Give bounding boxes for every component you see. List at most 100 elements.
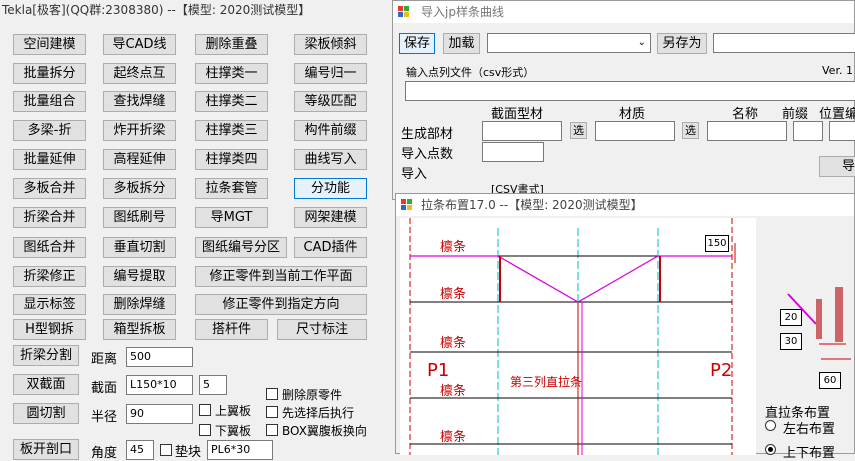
tool-button-r5-c0[interactable]: 多板合并 [13,178,86,199]
tool-button-r4-c3[interactable]: 曲线写入 [294,149,367,170]
prefix-input[interactable] [793,121,823,141]
tool-button-r0-c3[interactable]: 梁板倾斜 [294,34,367,55]
tool-button-r2-c0[interactable]: 批量组合 [13,91,86,112]
fix-to-direction-button[interactable]: 修正零件到指定方向 [195,294,367,315]
number-extract-button[interactable]: 编号提取 [103,266,176,287]
angle-input[interactable]: 45 [126,440,154,460]
cad-plugin-button[interactable]: CAD插件 [294,237,367,258]
p2-label: P2 [710,360,733,381]
import-label: 导入 [401,167,428,182]
fix-to-workplane-button[interactable]: 修正零件到当前工作平面 [195,266,367,287]
drawing-number-partition-button[interactable]: 图纸编号分区 [195,237,287,258]
tool-button-r0-c2[interactable]: 删除重叠 [195,34,268,55]
tool-button-r2-c1[interactable]: 查找焊缝 [103,91,176,112]
tool-button-r0-c0[interactable]: 空间建模 [13,34,86,55]
purlin-label-2: 檩条 [440,287,467,302]
select-material-button[interactable]: 选 [682,122,699,139]
left-right-label: 左右布置 [783,422,836,437]
double-section-button[interactable]: 双截面 [13,374,79,395]
tool-button-r4-c2[interactable]: 柱撑类四 [195,149,268,170]
box-split-button[interactable]: 箱型拆板 [103,319,176,340]
preset-select[interactable]: ⌄ [487,33,651,53]
tool-button-r5-c1[interactable]: 多板拆分 [103,178,176,199]
pad-input[interactable]: PL6*30 [207,440,273,460]
box-flange-checkbox[interactable] [266,424,278,436]
load-button[interactable]: 加载 [443,33,480,54]
import-count-label: 导入点数 [401,147,454,162]
pad-label: 垫块 [175,445,202,460]
import-button[interactable]: 导 [819,156,855,177]
dimension-button[interactable]: 尺寸标注 [277,319,367,340]
import-window-titlebar[interactable]: 导入jp样条曲线 [393,1,854,23]
csv-file-input[interactable] [405,81,855,101]
tool-button-r4-c0[interactable]: 批量延伸 [13,149,86,170]
layout-drawing: 150 檩条 檩条 檩条 檩条 檩条 P1 P2 第三列直拉条 [400,218,756,455]
save-as-name-input[interactable] [713,33,855,53]
tool-button-r1-c0[interactable]: 批量拆分 [13,63,86,84]
lower-flange-label: 下翼板 [215,424,252,438]
radius-input[interactable]: 90 [126,404,193,424]
position-input[interactable] [829,121,855,141]
tool-button-r6-c2[interactable]: 导MGT [195,207,268,228]
tie-window-titlebar[interactable]: 拉条布置17.0 --【模型: 2020测试模型】 [396,194,854,216]
up-down-radio[interactable] [765,444,776,455]
upper-flange-checkbox[interactable] [199,404,211,416]
dim-20-box: 20 [780,309,802,326]
tool-button-r6-c0[interactable]: 折梁合并 [13,207,86,228]
select-section-button[interactable]: 选 [570,122,587,139]
left-right-radio[interactable] [765,420,776,431]
tool-button-r5-c2[interactable]: 拉条套管 [195,178,268,199]
chevron-down-icon: ⌄ [637,37,646,48]
app-icon [398,6,409,17]
tool-button-r2-c3[interactable]: 等级匹配 [294,91,367,112]
save-button[interactable]: 保存 [399,33,435,54]
select-first-label: 先选择后执行 [282,406,355,420]
pad-checkbox[interactable] [160,444,172,456]
select-first-checkbox[interactable] [266,406,278,418]
tool-button-r6-c3[interactable]: 网架建模 [294,207,367,228]
section-count-input[interactable]: 5 [199,375,227,395]
tool-button-r1-c3[interactable]: 编号归一 [294,63,367,84]
bent-beam-fix-button[interactable]: 折梁修正 [13,266,86,287]
tool-button-r6-c1[interactable]: 图纸刷号 [103,207,176,228]
section-label: 截面 [91,381,118,396]
distance-label: 距离 [91,352,118,367]
tool-button-r4-c1[interactable]: 高程延伸 [103,149,176,170]
section-input[interactable]: L150*10 [126,375,193,395]
dim-30-box: 30 [780,333,802,350]
tool-button-r3-c3[interactable]: 构件前缀 [294,120,367,141]
third-column-label: 第三列直拉条 [510,375,583,389]
name-input[interactable] [707,121,787,141]
version-label: Ver. 1 [822,64,853,77]
lower-flange-checkbox[interactable] [199,424,211,436]
tool-button-r5-c3[interactable]: 分功能 [294,178,367,199]
import-spline-window: 导入jp样条曲线 保存 加载 ⌄ 另存为 输入点列文件（csv形式） Ver. … [392,0,855,200]
tool-button-r2-c2[interactable]: 柱撑类二 [195,91,268,112]
lap-member-button[interactable]: 搭杆件 [195,319,268,340]
tool-button-r3-c2[interactable]: 柱撑类三 [195,120,268,141]
tool-button-r0-c1[interactable]: 导CAD线 [103,34,176,55]
tool-button-r3-c0[interactable]: 多梁-折 [13,120,86,141]
save-as-button[interactable]: 另存为 [657,33,707,54]
delete-original-checkbox[interactable] [266,388,278,400]
tie-rod-layout-window: 拉条布置17.0 --【模型: 2020测试模型】 150 檩条 檩条 檩条 檩… [395,193,855,461]
distance-input[interactable]: 500 [126,347,193,367]
split-beam-button[interactable]: 折梁分割 [13,345,79,366]
dim-150-box: 150 [705,235,729,252]
plate-bevel-button[interactable]: 板开剖口 [13,439,79,460]
tool-button-r1-c1[interactable]: 起终点互 [103,63,176,84]
header-prefix: 前缀 [782,107,809,122]
show-labels-button[interactable]: 显示标签 [13,294,86,315]
input-file-label: 输入点列文件（csv形式） [406,66,535,79]
delete-welds-button[interactable]: 删除焊缝 [103,294,176,315]
import-count-input[interactable] [482,142,544,162]
arc-cut-button[interactable]: 圆切割 [13,403,79,424]
header-material: 材质 [619,107,646,122]
material-input[interactable] [595,121,675,141]
vertical-cut-button[interactable]: 垂直切割 [103,237,176,258]
tool-button-r1-c2[interactable]: 柱撑类一 [195,63,268,84]
section-profile-input[interactable] [482,121,562,141]
drawing-merge-button[interactable]: 图纸合并 [13,237,86,258]
h-beam-split-button[interactable]: H型钢拆 [13,319,86,340]
tool-button-r3-c1[interactable]: 炸开折梁 [103,120,176,141]
